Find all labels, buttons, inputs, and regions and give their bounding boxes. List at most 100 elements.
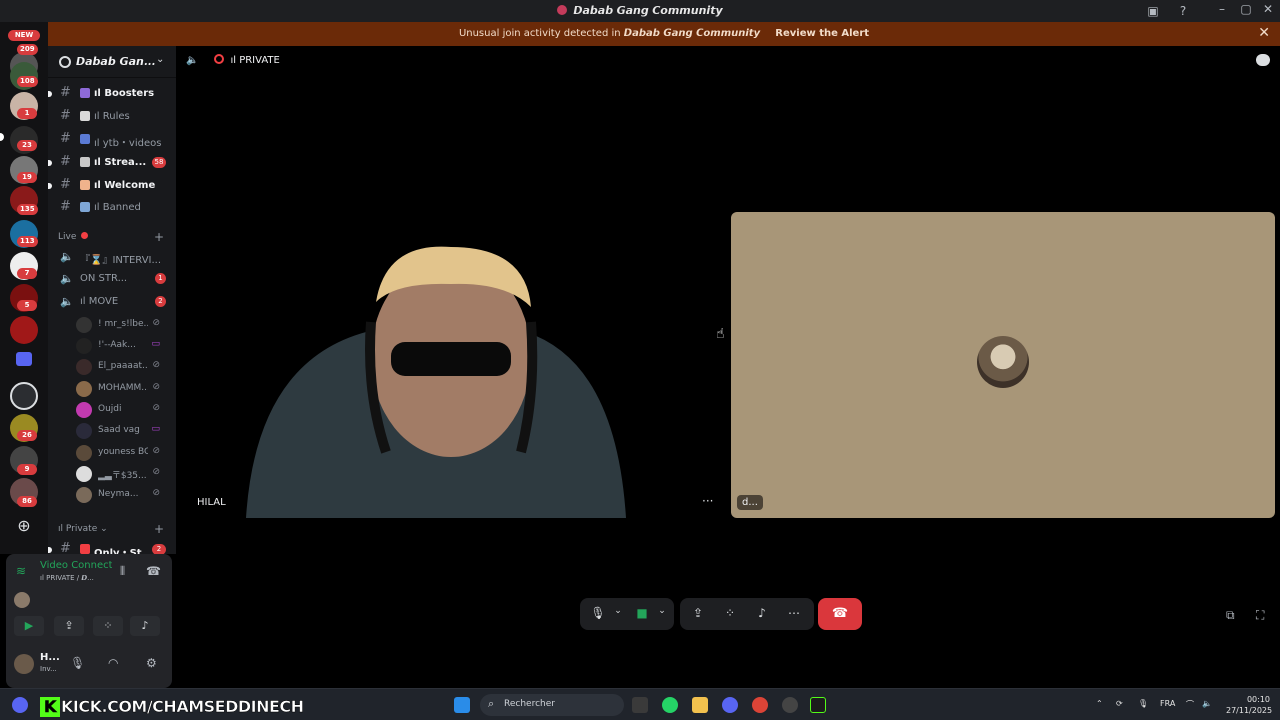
chrome-icon[interactable] <box>752 697 768 713</box>
server-badge-icon <box>59 56 71 68</box>
unread-badge: 7 <box>17 268 37 279</box>
notification-icon[interactable] <box>12 697 28 713</box>
channel-welcome[interactable]: # ıl Welcome <box>48 176 176 196</box>
soundboard-button[interactable]: ♪ <box>130 616 160 636</box>
voice-channel-interview[interactable]: 🔈 『⌛』INTERVI... <box>56 247 176 267</box>
chevron-down-icon[interactable]: ⌄ <box>652 606 672 616</box>
unread-indicator <box>48 91 52 97</box>
voice-user[interactable]: ▂▃〒$35... ⊘ <box>76 464 168 484</box>
file-explorer-icon[interactable] <box>692 697 708 713</box>
chevron-down-icon[interactable]: ⌄ <box>608 606 628 616</box>
avatar <box>76 381 92 397</box>
microphone-icon[interactable]: 🎙 <box>1138 699 1148 708</box>
channel-boosters[interactable]: # ıl Boosters <box>48 84 176 104</box>
popout-icon[interactable]: ⧉ <box>1226 608 1235 623</box>
maximize-button[interactable]: ▢ <box>1234 2 1258 16</box>
unread-badge: 113 <box>17 236 38 247</box>
share-screen-icon[interactable]: ⇪ <box>688 606 708 620</box>
deafened-icon: ⊘ <box>152 382 160 392</box>
channel-streams[interactable]: # ıl Strea... 58 <box>48 153 176 173</box>
server-icon-10[interactable] <box>10 316 38 344</box>
video-tile-hilal[interactable]: HILAL <box>186 212 724 518</box>
voice-user[interactable]: !'--Aak... ▭ <box>76 336 168 356</box>
close-alert-icon[interactable]: ✕ <box>1258 25 1270 41</box>
avatar <box>76 423 92 439</box>
server-icon-11[interactable] <box>10 382 38 410</box>
mention-badge: 1 <box>155 273 166 284</box>
voice-user[interactable]: Oujdi ⊘ <box>76 400 168 420</box>
add-server-icon[interactable]: ⊕ <box>10 514 38 542</box>
camera-button[interactable]: ▶ <box>14 616 44 636</box>
deafened-icon: ⊘ <box>152 446 160 456</box>
volume-icon[interactable]: 🔈 <box>1202 699 1212 708</box>
noise-suppression-icon[interactable]: ⫴ <box>120 564 125 579</box>
unread-badge: 23 <box>17 140 37 151</box>
speaker-icon: 🔈 <box>60 250 74 263</box>
deafened-icon: ⊘ <box>152 488 160 498</box>
channel-rules[interactable]: # ıl Rules <box>56 107 176 127</box>
voice-channel-on-stream[interactable]: 🔈 ON STR... 1 <box>56 269 176 289</box>
unread-badge: 108 <box>17 76 38 87</box>
channel-sidebar: 𝘿𝙖𝙗𝙖𝙗 𝙂𝙖𝙣... ⌄ # ıl Boosters # ıl Rules … <box>48 46 176 559</box>
close-window-button[interactable]: ✕ <box>1256 2 1280 16</box>
server-header[interactable]: 𝘿𝙖𝙗𝙖𝙗 𝙂𝙖𝙣... ⌄ <box>48 46 176 78</box>
windows-start-icon[interactable] <box>454 697 470 713</box>
minimize-button[interactable]: – <box>1210 2 1234 16</box>
avatar[interactable] <box>14 654 34 674</box>
terminal-icon[interactable] <box>810 697 826 713</box>
network-icon[interactable]: ⌒ <box>1186 699 1194 710</box>
search-input[interactable]: ⌕ Rechercher <box>480 694 624 716</box>
hash-icon: # <box>60 85 71 100</box>
sync-icon[interactable]: ⟳ <box>1116 699 1123 708</box>
speaker-icon: 🔈 <box>186 55 199 66</box>
share-screen-button[interactable]: ⇪ <box>54 616 84 636</box>
disconnect-icon[interactable]: ☎ <box>146 564 161 578</box>
discord-icon[interactable] <box>722 697 738 713</box>
voice-user[interactable]: Saad vag ▭ <box>76 421 168 441</box>
category-private[interactable]: ıl Private ⌄ + <box>58 522 164 536</box>
voice-user[interactable]: ! mr_s!lbe... ⊘ <box>76 315 168 335</box>
add-channel-icon[interactable]: + <box>154 230 164 244</box>
voice-user[interactable]: youness BG ⊘ <box>76 443 168 463</box>
channel-emoji-icon <box>80 88 90 98</box>
disconnect-button[interactable]: ☎ <box>818 598 862 630</box>
channel-emoji-icon <box>80 202 90 212</box>
microphone-icon[interactable]: 🎙 <box>588 606 608 620</box>
add-channel-icon[interactable]: + <box>154 522 164 536</box>
chevron-up-icon[interactable]: ⌃ <box>1096 699 1103 708</box>
video-tile-d[interactable]: d... <box>731 212 1275 518</box>
activities-icon[interactable]: ⁘ <box>720 606 740 620</box>
deafened-icon: ⊘ <box>152 467 160 477</box>
voice-user[interactable]: MOHAMM... ⊘ <box>76 379 168 399</box>
whatsapp-icon[interactable] <box>662 697 678 713</box>
gear-icon[interactable]: ⚙ <box>146 656 157 670</box>
voice-channel-path[interactable]: ıl PRIVATE / 𝘿... <box>40 574 94 582</box>
task-view-icon[interactable] <box>632 697 648 713</box>
voice-channel-move[interactable]: 🔈 ıl MOVE 2 <box>56 292 176 312</box>
channel-emoji-icon <box>80 180 90 190</box>
channel-banned[interactable]: # ıl Banned <box>56 198 176 218</box>
review-alert-button[interactable]: Review the Alert <box>775 28 869 39</box>
clock[interactable]: 00:10 27/11/2025 <box>1226 694 1272 716</box>
camera-icon[interactable]: ■ <box>632 606 652 620</box>
more-options-icon[interactable]: ··· <box>702 494 713 508</box>
voice-user[interactable]: Neyma... ⊘ <box>76 485 168 505</box>
help-icon[interactable]: ? <box>1174 3 1192 19</box>
folder-icon[interactable] <box>16 352 32 366</box>
microphone-icon[interactable]: 🎙 <box>70 656 85 670</box>
fullscreen-icon[interactable]: ⛶ <box>1256 608 1264 623</box>
activity-controls: ⇪ ⁘ ♪ ⋯ <box>680 598 814 630</box>
mention-badge: 58 <box>152 157 166 168</box>
channel-ytb-videos[interactable]: # ıl ytb・videos <box>56 130 176 150</box>
inbox-icon[interactable]: ▣ <box>1144 3 1162 19</box>
obs-icon[interactable] <box>782 697 798 713</box>
hash-icon: # <box>60 108 71 123</box>
language-indicator[interactable]: FRA <box>1160 699 1175 708</box>
activities-button[interactable]: ⁘ <box>93 616 123 636</box>
soundboard-icon[interactable]: ♪ <box>752 606 772 620</box>
voice-user[interactable]: El_paaaat... ⊘ <box>76 357 168 377</box>
category-live[interactable]: Live + <box>58 230 164 244</box>
headphones-icon[interactable]: ◠ <box>108 656 118 670</box>
more-icon[interactable]: ⋯ <box>784 606 804 620</box>
chat-icon[interactable] <box>1256 54 1270 66</box>
